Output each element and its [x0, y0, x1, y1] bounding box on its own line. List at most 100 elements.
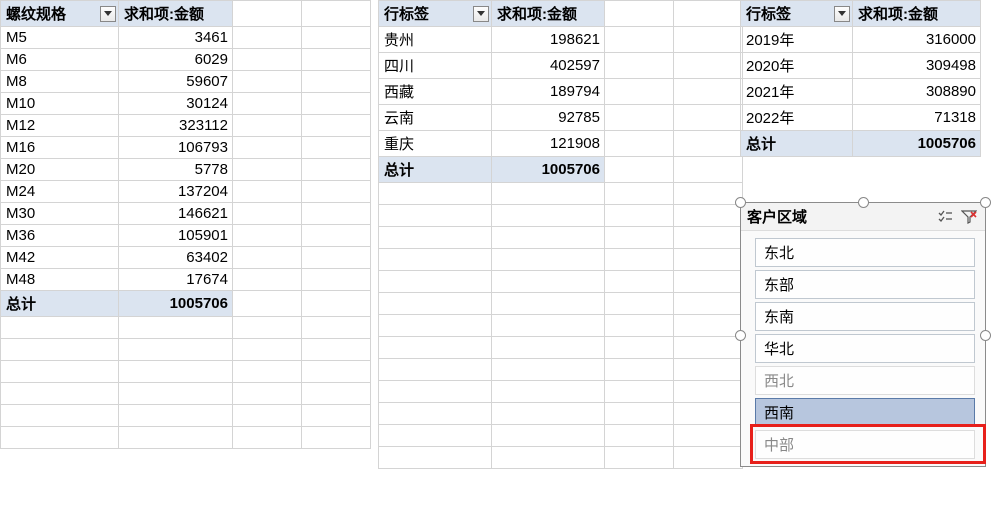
- empty-cell: [674, 131, 743, 157]
- row-label[interactable]: 四川: [379, 53, 492, 79]
- slicer-container[interactable]: 客户区域 东北东部东南华北西北西南中部: [740, 202, 986, 467]
- empty-cell: [379, 381, 492, 403]
- row-value[interactable]: 30124: [119, 93, 233, 115]
- empty-cell: [379, 249, 492, 271]
- row-value[interactable]: 309498: [853, 53, 981, 79]
- row-label[interactable]: M6: [1, 49, 119, 71]
- resize-handle[interactable]: [980, 197, 991, 208]
- row-value[interactable]: 17674: [119, 269, 233, 291]
- multiselect-icon[interactable]: [935, 208, 955, 226]
- resize-handle[interactable]: [980, 330, 991, 341]
- empty-cell: [302, 159, 371, 181]
- pivot2-col1-header[interactable]: 行标签: [379, 1, 492, 27]
- empty-cell: [492, 447, 605, 469]
- pivot3-total-label: 总计: [741, 131, 853, 157]
- row-value[interactable]: 198621: [492, 27, 605, 53]
- row-value[interactable]: 6029: [119, 49, 233, 71]
- row-label[interactable]: 云南: [379, 105, 492, 131]
- empty-cell: [119, 361, 233, 383]
- empty-row: [379, 425, 743, 447]
- row-label[interactable]: 2020年: [741, 53, 853, 79]
- empty-cell: [605, 131, 674, 157]
- row-value[interactable]: 5778: [119, 159, 233, 181]
- row-value[interactable]: 402597: [492, 53, 605, 79]
- row-label[interactable]: M10: [1, 93, 119, 115]
- empty-cell: [302, 405, 371, 427]
- slicer[interactable]: 客户区域 东北东部东南华北西北西南中部: [740, 202, 986, 467]
- slicer-item[interactable]: 东南: [755, 302, 975, 331]
- pivot3-col2-header: 求和项:金额: [853, 1, 981, 27]
- slicer-item[interactable]: 东部: [755, 270, 975, 299]
- empty-cell: [119, 383, 233, 405]
- empty-cell: [674, 27, 743, 53]
- row-label[interactable]: M5: [1, 27, 119, 49]
- row-value[interactable]: 189794: [492, 79, 605, 105]
- row-value[interactable]: 92785: [492, 105, 605, 131]
- row-label[interactable]: M12: [1, 115, 119, 137]
- row-value[interactable]: 63402: [119, 247, 233, 269]
- empty-cell: [379, 315, 492, 337]
- empty-cell: [605, 79, 674, 105]
- row-value[interactable]: 316000: [853, 27, 981, 53]
- filter-dropdown-icon[interactable]: [100, 6, 116, 22]
- pivot3-col1-header[interactable]: 行标签: [741, 1, 853, 27]
- row-label[interactable]: M42: [1, 247, 119, 269]
- slicer-item[interactable]: 西北: [755, 366, 975, 395]
- row-value[interactable]: 121908: [492, 131, 605, 157]
- resize-handle[interactable]: [858, 197, 869, 208]
- empty-cell: [605, 105, 674, 131]
- empty-cell: [605, 157, 674, 183]
- row-label[interactable]: M8: [1, 71, 119, 93]
- row-value[interactable]: 323112: [119, 115, 233, 137]
- slicer-item[interactable]: 华北: [755, 334, 975, 363]
- slicer-item[interactable]: 中部: [755, 430, 975, 459]
- pivot2-col1-label: 行标签: [384, 6, 429, 23]
- slicer-item[interactable]: 西南: [755, 398, 975, 427]
- row-label[interactable]: M36: [1, 225, 119, 247]
- empty-cell: [302, 361, 371, 383]
- row-label[interactable]: 贵州: [379, 27, 492, 53]
- resize-handle[interactable]: [735, 330, 746, 341]
- row-value[interactable]: 308890: [853, 79, 981, 105]
- table-row: M4263402: [1, 247, 371, 269]
- pivot1-col1-header[interactable]: 螺纹规格: [1, 1, 119, 27]
- empty-cell: [492, 249, 605, 271]
- filter-dropdown-icon[interactable]: [834, 6, 850, 22]
- empty-cell: [492, 293, 605, 315]
- row-label[interactable]: M30: [1, 203, 119, 225]
- row-value[interactable]: 105901: [119, 225, 233, 247]
- clear-filter-icon[interactable]: [959, 208, 979, 226]
- empty-cell: [302, 247, 371, 269]
- row-value[interactable]: 3461: [119, 27, 233, 49]
- filter-dropdown-icon[interactable]: [473, 6, 489, 22]
- empty-cell: [233, 159, 302, 181]
- row-label[interactable]: M16: [1, 137, 119, 159]
- row-label[interactable]: M20: [1, 159, 119, 181]
- empty-cell: [674, 381, 743, 403]
- row-label[interactable]: 2022年: [741, 105, 853, 131]
- table-row: 四川402597: [379, 53, 743, 79]
- table-row: M859607: [1, 71, 371, 93]
- row-label[interactable]: 2019年: [741, 27, 853, 53]
- row-value[interactable]: 59607: [119, 71, 233, 93]
- row-label[interactable]: M24: [1, 181, 119, 203]
- row-value[interactable]: 106793: [119, 137, 233, 159]
- empty-row: [1, 317, 371, 339]
- pivot1-col2-header: 求和项:金额: [119, 1, 233, 27]
- row-value[interactable]: 71318: [853, 105, 981, 131]
- empty-cell: [119, 405, 233, 427]
- row-label[interactable]: M48: [1, 269, 119, 291]
- slicer-item[interactable]: 东北: [755, 238, 975, 267]
- row-value[interactable]: 146621: [119, 203, 233, 225]
- row-label[interactable]: 2021年: [741, 79, 853, 105]
- empty-cell: [302, 49, 371, 71]
- empty-cell: [302, 93, 371, 115]
- pivot-table-3: 行标签 求和项:金额 2019年3160002020年3094982021年30…: [740, 0, 981, 157]
- empty-row: [379, 359, 743, 381]
- row-value[interactable]: 137204: [119, 181, 233, 203]
- empty-cell: [605, 293, 674, 315]
- row-label[interactable]: 西藏: [379, 79, 492, 105]
- table-row: M4817674: [1, 269, 371, 291]
- resize-handle[interactable]: [735, 197, 746, 208]
- row-label[interactable]: 重庆: [379, 131, 492, 157]
